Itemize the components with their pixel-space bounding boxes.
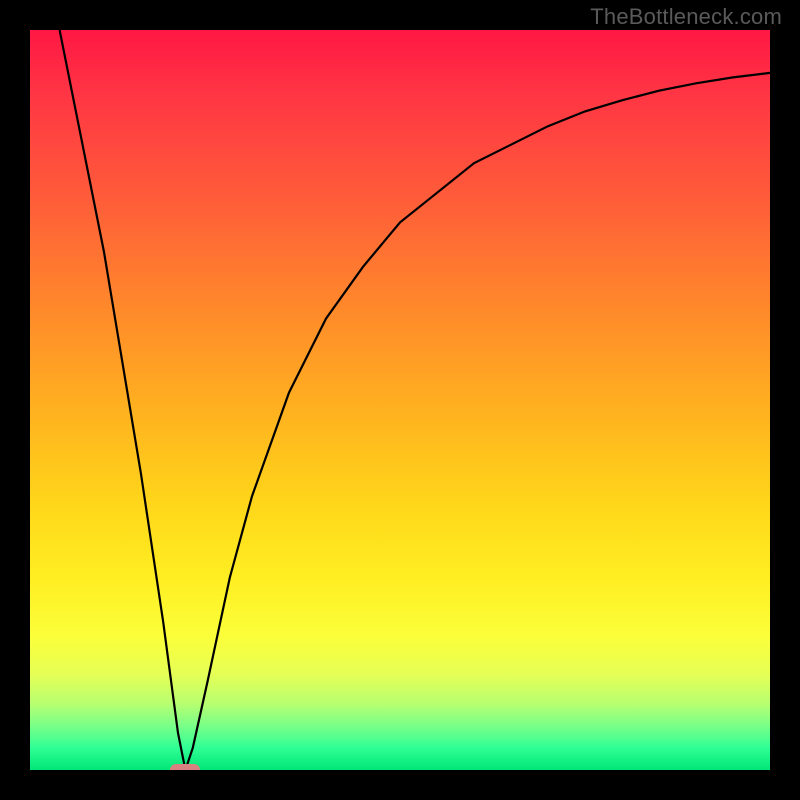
curve-svg <box>30 30 770 770</box>
plot-area <box>30 30 770 770</box>
optimal-marker <box>170 764 200 770</box>
attribution-text: TheBottleneck.com <box>590 4 782 30</box>
bottleneck-curve <box>60 30 770 770</box>
chart-frame: TheBottleneck.com <box>0 0 800 800</box>
